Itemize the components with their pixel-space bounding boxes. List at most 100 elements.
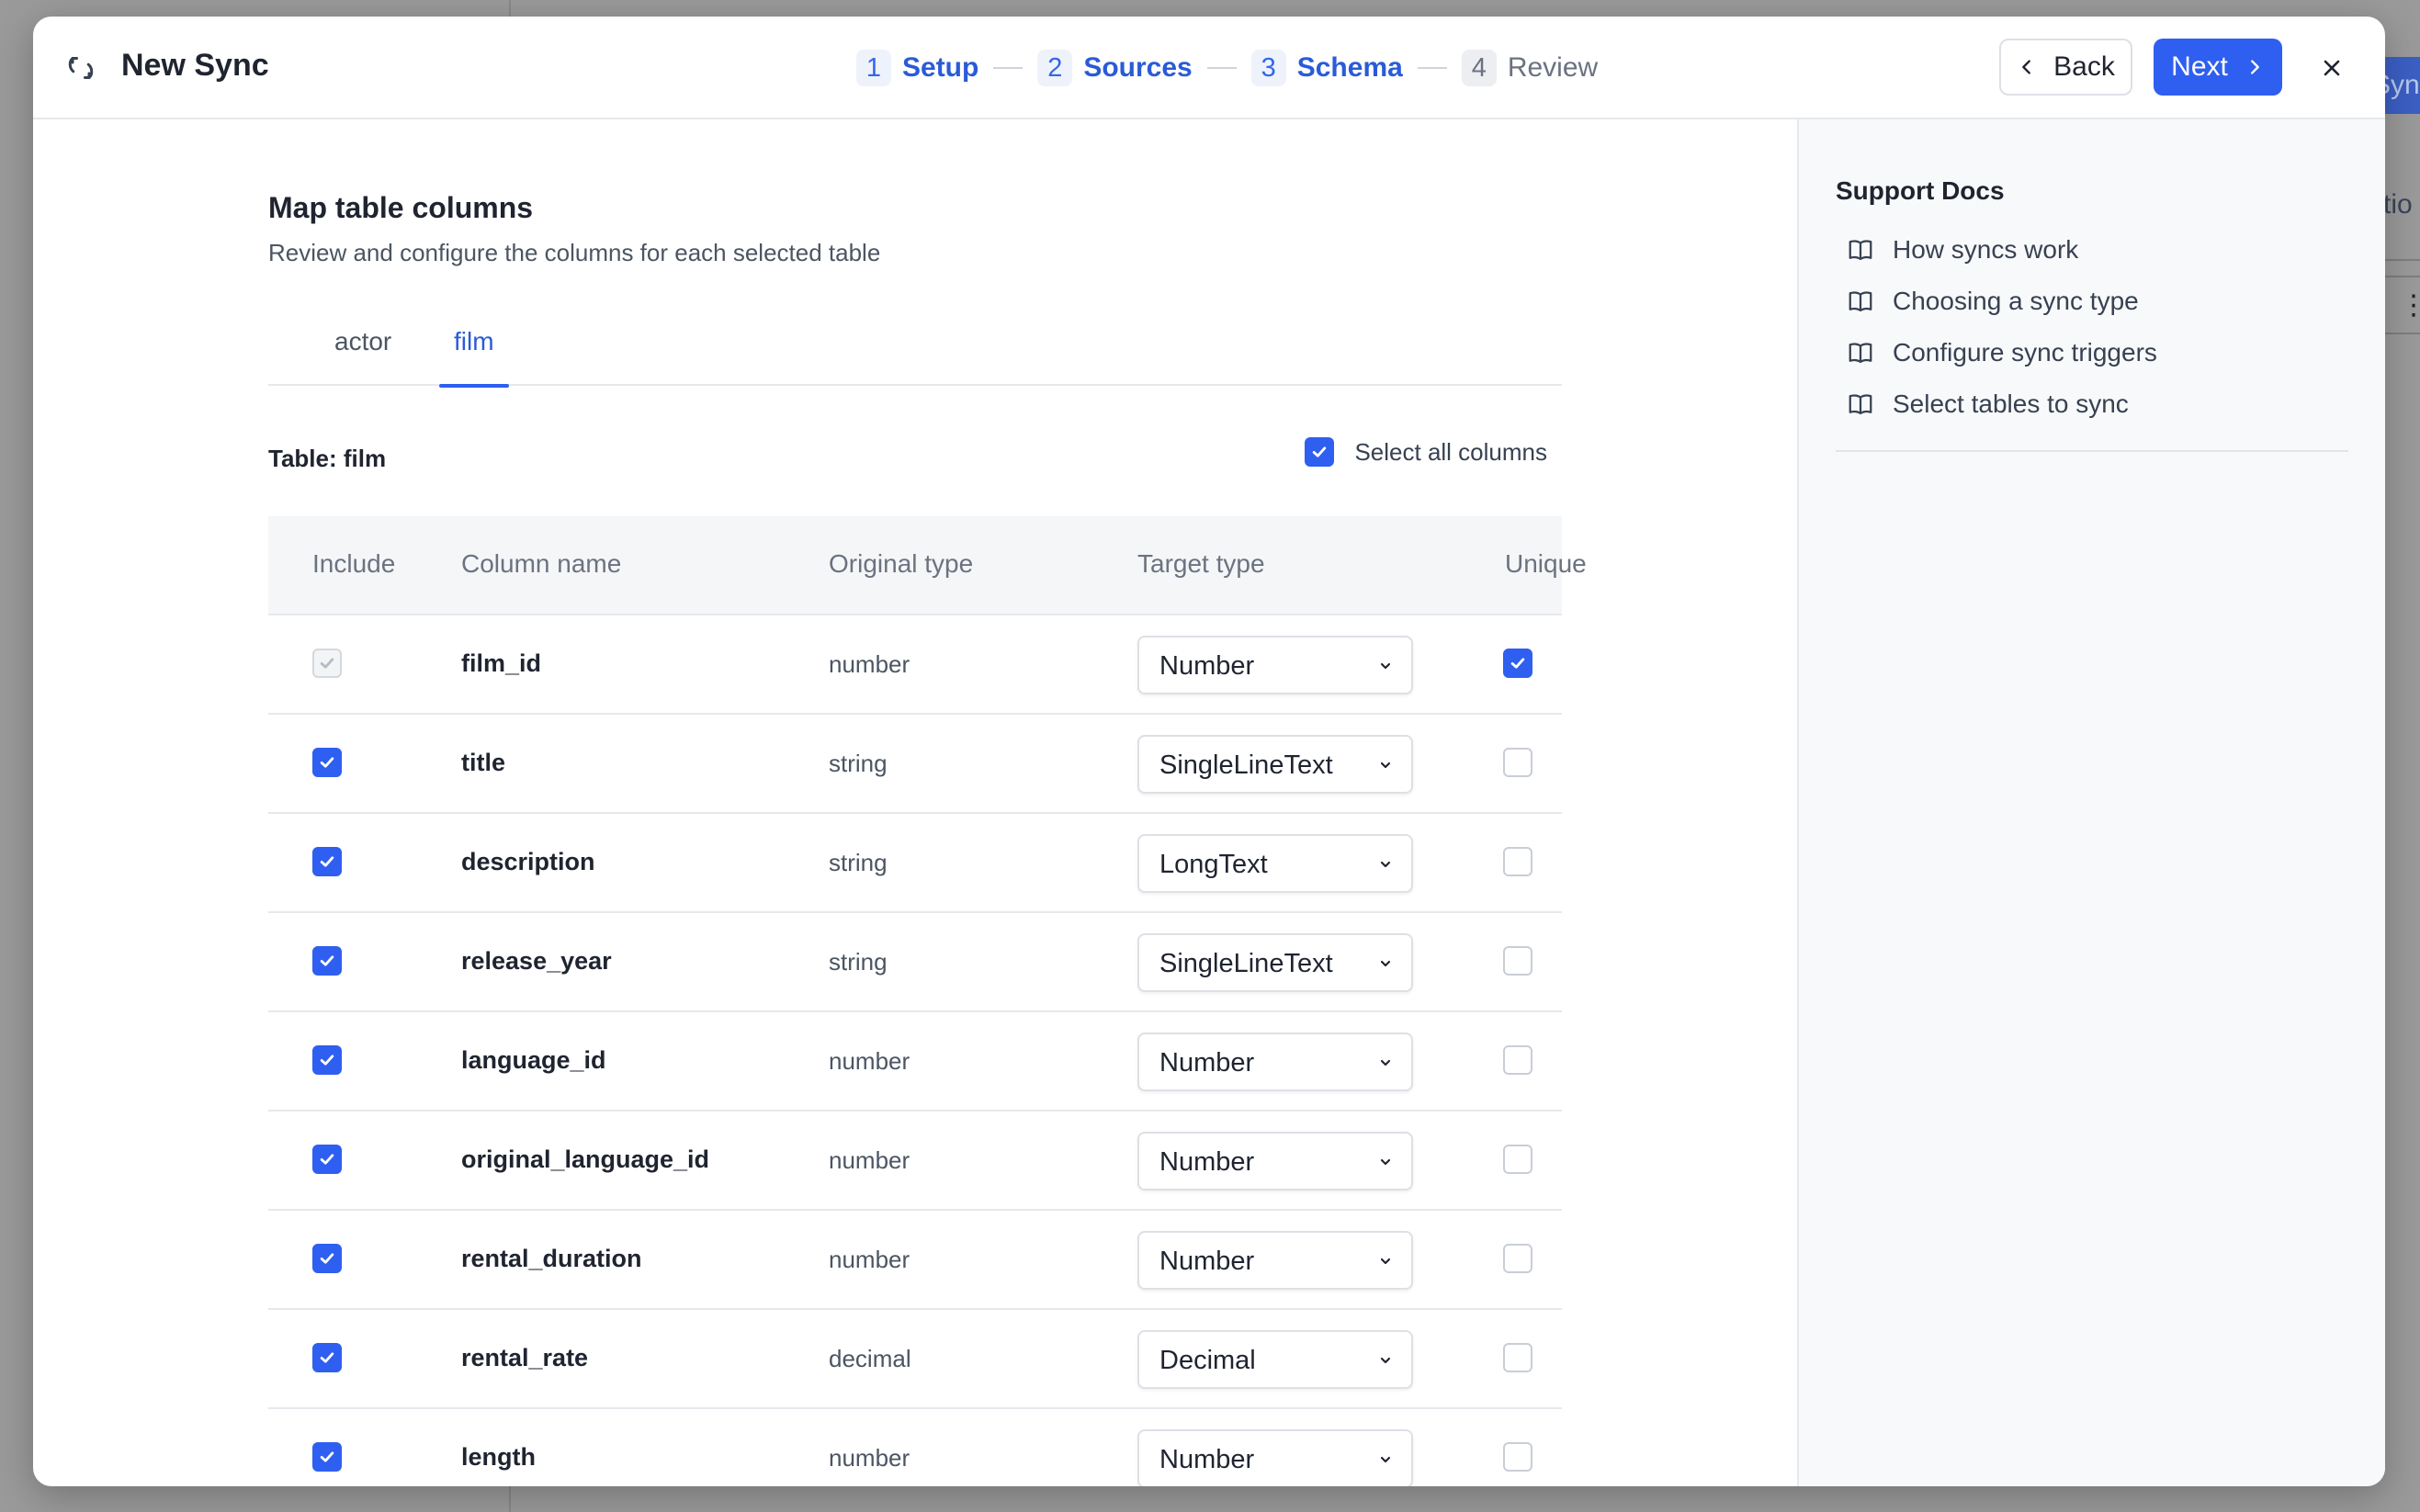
target-type-value: Number	[1159, 1147, 1255, 1177]
include-checkbox[interactable]	[312, 748, 342, 777]
target-type-select[interactable]: Number	[1137, 1231, 1413, 1290]
target-type-select[interactable]: Decimal	[1137, 1330, 1413, 1389]
unique-checkbox[interactable]	[1503, 1045, 1532, 1075]
check-icon	[1313, 446, 1327, 457]
support-doc-link[interactable]: Select tables to sync	[1847, 378, 2361, 430]
chevron-down-icon	[1380, 861, 1391, 868]
check-icon	[320, 658, 334, 669]
target-type-value: Number	[1159, 1445, 1255, 1474]
include-checkbox[interactable]	[312, 1045, 342, 1075]
background-menu: ⋮	[2383, 276, 2420, 334]
check-icon	[320, 856, 334, 867]
target-type-select[interactable]: SingleLineText	[1137, 735, 1413, 794]
step-setup[interactable]: 1 Setup	[856, 50, 978, 86]
check-icon	[1510, 658, 1525, 669]
close-button[interactable]	[2313, 50, 2350, 86]
column-name: release_year	[461, 947, 612, 975]
include-checkbox[interactable]	[312, 847, 342, 876]
include-checkbox[interactable]	[312, 1343, 342, 1372]
step-separator	[993, 67, 1023, 69]
support-doc-label: Configure sync triggers	[1893, 338, 2157, 367]
table-row: original_language_id number Number	[268, 1111, 1562, 1211]
step-review[interactable]: 4 Review	[1461, 50, 1599, 86]
include-checkbox[interactable]	[312, 1442, 342, 1472]
background-divider-line	[2383, 259, 2420, 261]
chevron-down-icon	[1380, 1357, 1391, 1364]
table-row: language_id number Number	[268, 1012, 1562, 1111]
column-name: rental_duration	[461, 1245, 642, 1272]
book-icon	[1849, 240, 1872, 261]
step-sources[interactable]: 2 Sources	[1037, 50, 1193, 86]
target-type-select[interactable]: LongText	[1137, 834, 1413, 893]
support-doc-link[interactable]: How syncs work	[1847, 224, 2361, 276]
column-name: description	[461, 848, 595, 875]
back-button[interactable]: Back	[1999, 39, 2132, 96]
step-schema[interactable]: 3 Schema	[1250, 50, 1403, 86]
more-icon: ⋮	[2400, 290, 2420, 321]
target-type-select[interactable]: Number	[1137, 1032, 1413, 1091]
check-icon	[320, 757, 334, 768]
background-text: tio	[2383, 189, 2413, 220]
support-doc-link[interactable]: Configure sync triggers	[1847, 327, 2361, 378]
select-all-label: Select all columns	[1354, 437, 1547, 466]
section-subtitle: Review and configure the columns for eac…	[268, 239, 881, 266]
check-icon	[320, 1154, 334, 1165]
column-name: language_id	[461, 1046, 606, 1074]
target-type-select[interactable]: Number	[1137, 1429, 1413, 1486]
target-type-value: SingleLineText	[1159, 949, 1333, 978]
target-type-select[interactable]: SingleLineText	[1137, 933, 1413, 992]
check-icon	[320, 1352, 334, 1363]
table-row: description string LongText	[268, 814, 1562, 913]
unique-checkbox[interactable]	[1503, 1145, 1532, 1174]
tab-film[interactable]: film	[439, 303, 509, 388]
include-checkbox[interactable]	[312, 1145, 342, 1174]
step-label: Review	[1507, 52, 1599, 83]
target-type-select[interactable]: Number	[1137, 636, 1413, 694]
modal-title: New Sync	[121, 48, 269, 83]
next-button[interactable]: Next	[2154, 39, 2282, 96]
support-doc-label: Choosing a sync type	[1893, 287, 2139, 315]
target-type-value: LongText	[1159, 850, 1268, 879]
new-sync-modal: New Sync 1 Setup 2 Sources 3 Schema 4 Re…	[33, 17, 2385, 1486]
select-all-checkbox[interactable]	[1305, 437, 1335, 467]
unique-checkbox[interactable]	[1503, 1343, 1532, 1372]
unique-checkbox[interactable]	[1503, 748, 1532, 777]
unique-checkbox[interactable]	[1503, 1244, 1532, 1273]
main-content: Map table columns Review and configure t…	[33, 119, 1797, 1486]
include-checkbox[interactable]	[312, 946, 342, 976]
unique-checkbox[interactable]	[1503, 1442, 1532, 1472]
unique-checkbox[interactable]	[1503, 649, 1532, 678]
unique-checkbox[interactable]	[1503, 847, 1532, 876]
original-type: number	[829, 650, 910, 678]
stepper: 1 Setup 2 Sources 3 Schema 4 Review	[856, 48, 1598, 88]
step-number: 3	[1250, 50, 1286, 86]
book-icon	[1849, 394, 1872, 415]
step-label: Sources	[1083, 52, 1193, 83]
table-row: rental_duration number Number	[268, 1211, 1562, 1310]
step-separator	[1417, 67, 1447, 69]
support-panel: Support Docs How syncs work Choosing a sy…	[1797, 119, 2385, 1486]
chevron-down-icon	[1380, 960, 1391, 967]
header-original-type: Original type	[829, 549, 974, 578]
support-divider	[1836, 450, 2348, 452]
unique-checkbox[interactable]	[1503, 946, 1532, 976]
original-type: string	[829, 948, 888, 976]
columns-table: Include Column name Original type Target…	[268, 516, 1587, 1486]
support-doc-link[interactable]: Choosing a sync type	[1847, 276, 2361, 327]
include-checkbox[interactable]	[312, 1244, 342, 1273]
target-type-select[interactable]: Number	[1137, 1132, 1413, 1190]
table-row: film_id number Number	[268, 615, 1562, 715]
header-target-type: Target type	[1137, 549, 1265, 578]
select-all-columns[interactable]: Select all columns	[1305, 437, 1547, 467]
step-number: 4	[1461, 50, 1497, 86]
modal-header: New Sync 1 Setup 2 Sources 3 Schema 4 Re…	[33, 17, 2385, 119]
target-type-value: Number	[1159, 1048, 1255, 1078]
target-type-value: Decimal	[1159, 1346, 1256, 1375]
support-title: Support Docs	[1836, 176, 2005, 205]
book-icon	[1849, 343, 1872, 364]
table-row: release_year string SingleLineText	[268, 913, 1562, 1012]
tab-actor[interactable]: actor	[320, 303, 406, 386]
original-type: number	[829, 1246, 910, 1273]
step-label: Setup	[902, 52, 979, 83]
chevron-down-icon	[1380, 762, 1391, 769]
